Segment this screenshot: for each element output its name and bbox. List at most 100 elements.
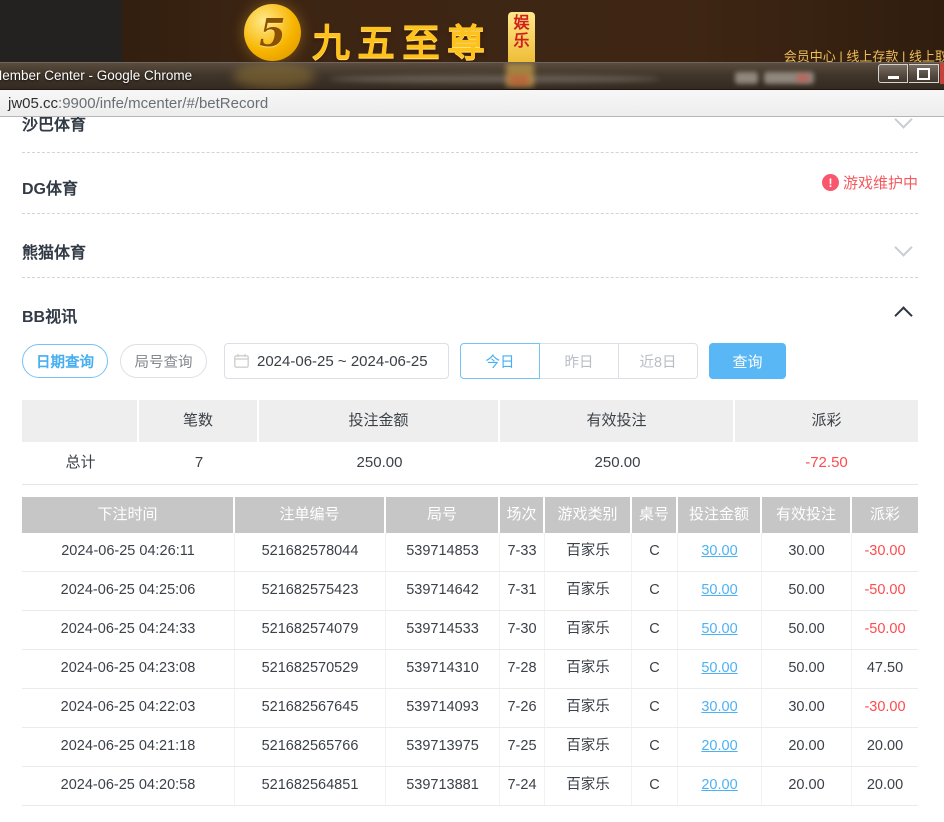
column-header-round-id: 局号 bbox=[386, 497, 500, 533]
bet-record-table: 下注时间注单编号局号场次游戏类别桌号投注金额有效投注派彩 2024-06-25 … bbox=[22, 497, 918, 806]
cell-game-type: 百家乐 bbox=[545, 728, 632, 766]
logo-badge-char: 娱 bbox=[508, 15, 535, 33]
blurred-user-info bbox=[735, 72, 758, 84]
cell-round-id: 539714093 bbox=[386, 689, 500, 727]
minimize-button[interactable] bbox=[878, 64, 908, 83]
cell-game-type: 百家乐 bbox=[545, 650, 632, 688]
exclamation-icon: ! bbox=[822, 174, 839, 191]
cell-table-no: C bbox=[632, 650, 678, 688]
cell-bet-id: 521682574079 bbox=[235, 611, 386, 649]
cell-table-no: C bbox=[632, 611, 678, 649]
cell-bet-time: 2024-06-25 04:22:03 bbox=[22, 689, 235, 727]
window-title: Member Center - Google Chrome bbox=[0, 68, 192, 83]
close-button-edge[interactable] bbox=[940, 63, 944, 84]
cell-session: 7-30 bbox=[500, 611, 545, 649]
search-button[interactable]: 查询 bbox=[709, 343, 786, 379]
column-header-game-type: 游戏类别 bbox=[545, 497, 632, 533]
table-row: 2024-06-25 04:20:58521682564851539713881… bbox=[22, 767, 918, 806]
cell-round-id: 539714853 bbox=[386, 533, 500, 571]
cell-bet-amount[interactable]: 50.00 bbox=[678, 611, 762, 649]
cell-valid-bet: 20.00 bbox=[762, 728, 852, 766]
cell-bet-amount[interactable]: 30.00 bbox=[678, 689, 762, 727]
cell-bet-time: 2024-06-25 04:21:18 bbox=[22, 728, 235, 766]
summary-header-empty bbox=[22, 400, 139, 442]
cell-payout: -50.00 bbox=[852, 572, 918, 610]
header-black-panel bbox=[0, 0, 122, 62]
cell-valid-bet: 20.00 bbox=[762, 767, 852, 805]
chevron-up-icon[interactable] bbox=[894, 306, 912, 324]
summary-bet-amount-value: 250.00 bbox=[259, 442, 500, 484]
site-logo-icon: 5 bbox=[244, 4, 301, 61]
summary-payout-value: -72.50 bbox=[735, 442, 918, 484]
url-domain: jw05.cc bbox=[8, 95, 58, 112]
cell-valid-bet: 50.00 bbox=[762, 572, 852, 610]
page-content: 沙巴体育 DG体育 ! 游戏维护中 熊猫体育 BB视讯 日期查询 局号查询 bbox=[0, 117, 944, 822]
column-header-bet-time: 下注时间 bbox=[22, 497, 235, 533]
site-header: 5 九五至尊 娱 乐 会员中心 | 线上存款 | 线上取 bbox=[0, 0, 944, 62]
summary-total-label: 总计 bbox=[22, 442, 139, 484]
cell-bet-id: 521682575423 bbox=[235, 572, 386, 610]
column-header-valid-bet: 有效投注 bbox=[762, 497, 852, 533]
header-nav-links[interactable]: 会员中心 | 线上存款 | 线上取 bbox=[784, 46, 944, 62]
screen: 5 九五至尊 娱 乐 会员中心 | 线上存款 | 线上取 Member Cent… bbox=[0, 0, 944, 822]
cell-table-no: C bbox=[632, 689, 678, 727]
cell-bet-id: 521682564851 bbox=[235, 767, 386, 805]
chevron-down-icon[interactable] bbox=[894, 117, 912, 129]
summary-valid-bet-value: 250.00 bbox=[500, 442, 735, 484]
cell-bet-time: 2024-06-25 04:20:58 bbox=[22, 767, 235, 805]
cell-payout: -50.00 bbox=[852, 611, 918, 649]
last-8-days-button[interactable]: 近8日 bbox=[618, 343, 698, 379]
cell-round-id: 539714642 bbox=[386, 572, 500, 610]
cell-valid-bet: 30.00 bbox=[762, 689, 852, 727]
table-row: 2024-06-25 04:23:08521682570529539714310… bbox=[22, 650, 918, 689]
cell-payout: 47.50 bbox=[852, 650, 918, 688]
section-label-saba: 沙巴体育 bbox=[22, 117, 86, 135]
cell-bet-amount[interactable]: 50.00 bbox=[678, 650, 762, 688]
date-range-input[interactable]: 2024-06-25 ~ 2024-06-25 bbox=[224, 343, 449, 379]
bet-table-body: 2024-06-25 04:26:11521682578044539714853… bbox=[22, 533, 918, 806]
column-header-bet-id: 注单编号 bbox=[235, 497, 386, 533]
summary-header-row: 笔数 投注金额 有效投注 派彩 bbox=[22, 400, 918, 442]
summary-header-valid-bet: 有效投注 bbox=[500, 400, 735, 442]
quick-range-group: 今日 昨日 近8日 bbox=[460, 343, 698, 379]
maintenance-text: 游戏维护中 bbox=[843, 172, 918, 193]
tab-date-query[interactable]: 日期查询 bbox=[22, 344, 108, 378]
table-row: 2024-06-25 04:22:03521682567645539714093… bbox=[22, 689, 918, 728]
cell-payout: 20.00 bbox=[852, 728, 918, 766]
cell-game-type: 百家乐 bbox=[545, 767, 632, 805]
tab-round-query[interactable]: 局号查询 bbox=[120, 344, 207, 378]
chevron-down-icon[interactable] bbox=[894, 238, 912, 256]
cell-bet-id: 521682565766 bbox=[235, 728, 386, 766]
section-label-dg: DG体育 bbox=[22, 175, 78, 199]
calendar-icon bbox=[234, 354, 249, 368]
window-titlebar[interactable]: Member Center - Google Chrome bbox=[0, 62, 944, 90]
cell-game-type: 百家乐 bbox=[545, 689, 632, 727]
cell-bet-time: 2024-06-25 04:23:08 bbox=[22, 650, 235, 688]
minimize-icon bbox=[888, 76, 899, 79]
site-logo-badge: 娱 乐 bbox=[508, 12, 535, 62]
column-header-bet-amount: 投注金额 bbox=[678, 497, 762, 533]
cell-bet-amount[interactable]: 20.00 bbox=[678, 767, 762, 805]
cell-bet-id: 521682578044 bbox=[235, 533, 386, 571]
summary-count-value: 7 bbox=[139, 442, 259, 484]
cell-bet-id: 521682570529 bbox=[235, 650, 386, 688]
site-logo-text: 九五至尊 bbox=[312, 12, 492, 62]
dashed-divider bbox=[22, 277, 918, 278]
summary-header-bet-amount: 投注金额 bbox=[259, 400, 500, 442]
maximize-button[interactable] bbox=[909, 64, 939, 83]
dashed-divider bbox=[22, 213, 918, 214]
column-header-table-no: 桌号 bbox=[632, 497, 678, 533]
date-range-value: 2024-06-25 ~ 2024-06-25 bbox=[257, 353, 428, 370]
today-button[interactable]: 今日 bbox=[460, 343, 540, 379]
cell-bet-amount[interactable]: 30.00 bbox=[678, 533, 762, 571]
cell-valid-bet: 50.00 bbox=[762, 650, 852, 688]
section-label-bb: BB视讯 bbox=[22, 303, 77, 327]
column-header-session: 场次 bbox=[500, 497, 545, 533]
url-bar[interactable]: jw05.cc:9900/infe/mcenter/#/betRecord bbox=[0, 90, 944, 117]
cell-bet-amount[interactable]: 50.00 bbox=[678, 572, 762, 610]
section-label-panda: 熊猫体育 bbox=[22, 239, 86, 263]
cell-bet-time: 2024-06-25 04:24:33 bbox=[22, 611, 235, 649]
cell-session: 7-28 bbox=[500, 650, 545, 688]
yesterday-button[interactable]: 昨日 bbox=[539, 343, 619, 379]
cell-bet-amount[interactable]: 20.00 bbox=[678, 728, 762, 766]
